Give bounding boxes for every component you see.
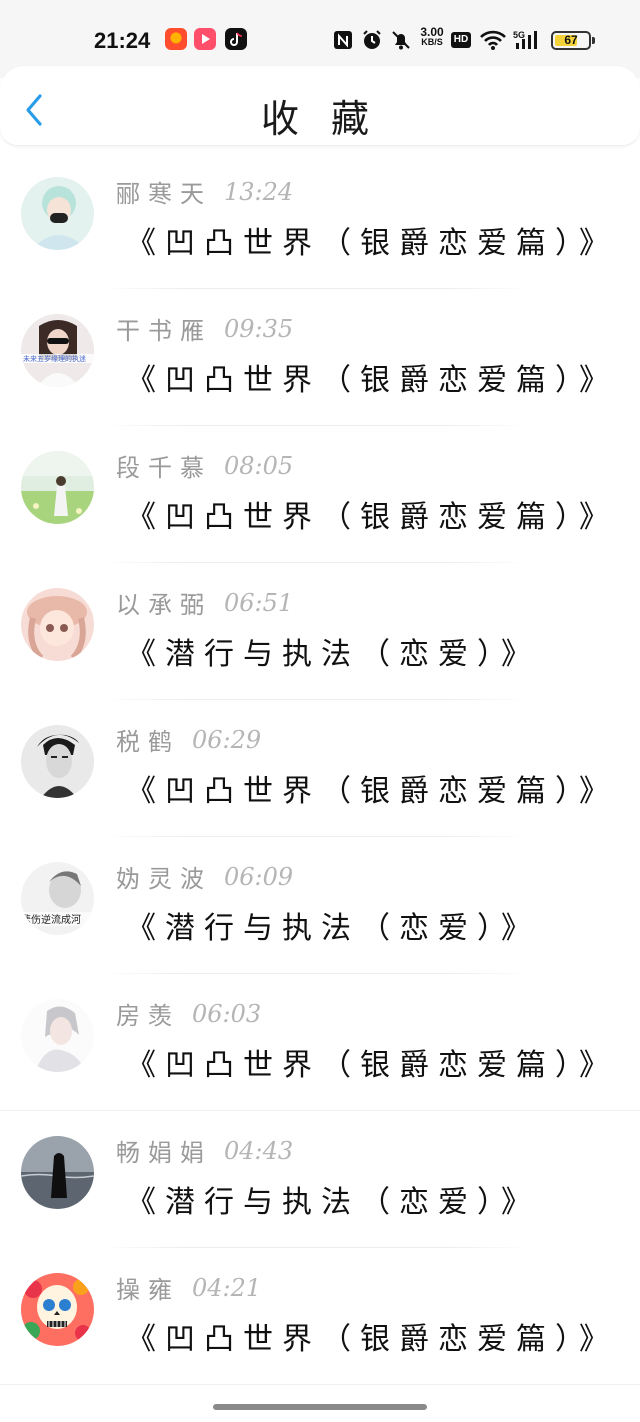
favorite-item[interactable]: 段千慕 08:05 《凹凸世界（银爵恋爱篇）》	[0, 426, 640, 563]
avatar-girl-field[interactable]	[21, 451, 94, 524]
avatar-sad-text[interactable]: 悲伤逆流成河	[21, 862, 94, 935]
timestamp: 04:43	[224, 1136, 294, 1165]
item-meta: 干书雁 09:35	[116, 311, 294, 346]
page-title: 收 藏	[260, 97, 380, 141]
book-title[interactable]: 《潜行与执法（恋爱）》	[126, 629, 540, 673]
book-title[interactable]: 《凹凸世界（银爵恋爱篇）》	[126, 355, 618, 399]
tiktok-icon	[225, 28, 247, 50]
timestamp: 06:03	[192, 999, 262, 1028]
favorite-item[interactable]: 畅娟娟 04:43 《潜行与执法（恋爱）》	[0, 1111, 640, 1248]
battery-level: 67	[564, 33, 578, 47]
user-name: 妫灵波	[116, 865, 212, 893]
item-meta: 段千慕 08:05	[116, 448, 294, 483]
avatar-masked-boy[interactable]	[21, 177, 94, 250]
avatar-anime-boy[interactable]	[21, 999, 94, 1072]
favorite-item[interactable]: 未来五岁缘理的执迷 干书雁 09:35 《凹凸世界（银爵恋爱篇）》	[0, 289, 640, 426]
cellular-signal-icon: 5G	[513, 29, 543, 51]
item-meta: 妫灵波 06:09	[116, 859, 294, 894]
hd-badge: HD	[451, 32, 471, 48]
item-meta: 郦寒天 13:24	[116, 174, 294, 209]
favorite-item[interactable]: 房羡 06:03 《凹凸世界（银爵恋爱篇）》	[0, 974, 640, 1111]
user-name: 段千慕	[116, 454, 212, 482]
book-title[interactable]: 《潜行与执法（恋爱）》	[126, 903, 540, 947]
book-title[interactable]: 《凹凸世界（银爵恋爱篇）》	[126, 492, 618, 536]
avatar-man-bw[interactable]	[21, 725, 94, 798]
alarm-icon	[361, 29, 383, 51]
item-meta: 税鹤 06:29	[116, 722, 262, 757]
user-name: 税鹤	[116, 728, 180, 756]
timestamp: 13:24	[224, 177, 294, 206]
favorite-item[interactable]: 悲伤逆流成河 妫灵波 06:09 《潜行与执法（恋爱）》	[0, 837, 640, 974]
user-name: 操雍	[116, 1276, 180, 1304]
book-title[interactable]: 《潜行与执法（恋爱）》	[126, 1177, 540, 1221]
user-name: 房羡	[116, 1002, 180, 1030]
nfc-icon	[333, 29, 353, 51]
item-meta: 房羡 06:03	[116, 996, 262, 1031]
book-title[interactable]: 《凹凸世界（银爵恋爱篇）》	[126, 1314, 618, 1358]
mute-icon	[390, 29, 412, 51]
battery-icon: 67	[551, 31, 591, 50]
timestamp: 08:05	[224, 451, 294, 480]
book-title[interactable]: 《凹凸世界（银爵恋爱篇）》	[126, 766, 618, 810]
item-divider	[0, 1384, 640, 1385]
avatar-sugar-skull[interactable]	[21, 1273, 94, 1346]
favorites-list: 郦寒天 13:24 《凹凸世界（银爵恋爱篇）》 未来五岁缘理的执迷 干书雁 09:35 《凹…	[0, 152, 640, 1385]
item-meta: 以承弼 06:51	[116, 585, 294, 620]
app-header: 收 藏	[0, 66, 640, 146]
wifi-icon	[479, 29, 507, 51]
app-notification-icon	[165, 28, 187, 50]
favorite-item[interactable]: 郦寒天 13:24 《凹凸世界（银爵恋爱篇）》	[0, 152, 640, 289]
avatar-sea-girl[interactable]	[21, 1136, 94, 1209]
video-app-icon	[194, 28, 216, 50]
timestamp: 06:09	[224, 862, 294, 891]
book-title[interactable]: 《凹凸世界（银爵恋爱篇）》	[126, 218, 618, 262]
user-name: 干书雁	[116, 317, 212, 345]
item-meta: 操雍 04:21	[116, 1270, 262, 1305]
favorite-item[interactable]: 以承弼 06:51 《潜行与执法（恋爱）》	[0, 563, 640, 700]
network-type: 5G	[513, 30, 525, 40]
user-name: 畅娟娟	[116, 1139, 212, 1167]
favorite-item[interactable]: 税鹤 06:29 《凹凸世界（银爵恋爱篇）》	[0, 700, 640, 837]
favorite-item[interactable]: 操雍 04:21 《凹凸世界（银爵恋爱篇）》	[0, 1248, 640, 1385]
svg-text:未来五岁缘理的执迷: 未来五岁缘理的执迷	[23, 354, 86, 363]
timestamp: 06:29	[192, 725, 262, 754]
network-speed: 3.00 KB/S	[420, 25, 444, 47]
avatar-girl-sunglasses[interactable]: 未来五岁缘理的执迷	[21, 314, 94, 387]
user-name: 郦寒天	[116, 180, 212, 208]
timestamp: 09:35	[224, 314, 294, 343]
home-indicator[interactable]	[213, 1404, 427, 1410]
book-title[interactable]: 《凹凸世界（银爵恋爱篇）》	[126, 1040, 618, 1084]
timestamp: 06:51	[224, 588, 294, 617]
svg-text:悲伤逆流成河: 悲伤逆流成河	[21, 913, 81, 926]
timestamp: 04:21	[192, 1273, 262, 1302]
item-meta: 畅娟娟 04:43	[116, 1133, 294, 1168]
user-name: 以承弼	[116, 591, 212, 619]
status-time: 21:24	[94, 28, 151, 53]
avatar-anime-girl[interactable]	[21, 588, 94, 661]
battery-tip	[592, 37, 595, 44]
